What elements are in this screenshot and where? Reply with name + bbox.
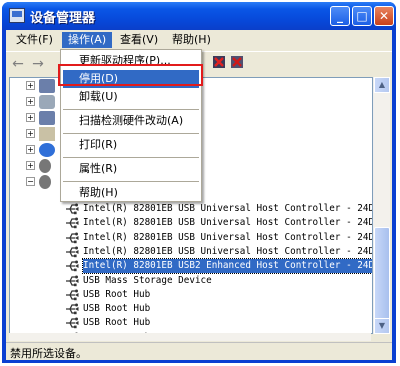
menu-separator [63, 109, 199, 111]
usb-plug-icon [65, 317, 80, 329]
menu-print[interactable]: 打印(R) [63, 136, 199, 154]
window-title: 设备管理器 [30, 11, 96, 26]
device-manager-icon [9, 8, 25, 23]
forward-icon[interactable]: → [30, 56, 46, 72]
usb-category-icon [39, 175, 51, 189]
menu-uninstall[interactable]: 卸载(U) [63, 88, 199, 106]
usb-device-label: Intel(R) 82801EB USB Universal Host Cont… [83, 245, 373, 257]
menu-separator [63, 133, 199, 135]
menu-separator [63, 181, 199, 183]
menu-file[interactable]: 文件(F) [10, 32, 59, 48]
status-bar: 禁用所选设备。 [6, 342, 392, 361]
usb-device-label: USB Root Hub [83, 317, 151, 329]
usb-device-label: USB Root Hub [83, 288, 151, 300]
usb-device-label: USB Mass Storage Device [83, 274, 212, 286]
category-icon [39, 159, 51, 173]
usb-plug-icon [65, 260, 80, 272]
collapse-icon[interactable]: − [26, 177, 35, 186]
expand-icon[interactable]: + [26, 161, 35, 170]
usb-plug-icon [65, 203, 80, 215]
minimize-button[interactable]: _ [330, 6, 350, 26]
usb-device-label: USB Root Hub [83, 303, 151, 315]
scroll-up-button[interactable]: ▲ [374, 77, 390, 93]
status-text: 禁用所选设备。 [10, 347, 87, 360]
usb-plug-icon [65, 232, 80, 244]
menu-properties[interactable]: 属性(R) [63, 160, 199, 178]
usb-device-label: Intel(R) 82801EB USB Universal Host Cont… [83, 203, 373, 214]
usb-plug-icon [65, 246, 80, 258]
usb-plug-icon [65, 289, 80, 301]
back-icon[interactable]: ← [10, 56, 26, 72]
usb-plug-icon [65, 217, 80, 229]
usb-plug-icon [65, 275, 80, 287]
usb-device-label: Intel(R) 82801EB USB2 Enhanced Host Cont… [82, 258, 372, 275]
highlight-annotation [58, 64, 203, 86]
expand-icon[interactable]: + [26, 81, 35, 90]
maximize-button[interactable]: □ [352, 6, 372, 26]
menu-view[interactable]: 查看(V) [114, 32, 164, 48]
menu-scan-hardware[interactable]: 扫描检测硬件改动(A) [63, 112, 199, 130]
category-icon [39, 79, 55, 93]
menu-help-item[interactable]: 帮助(H) [63, 184, 199, 202]
category-icon [39, 111, 55, 125]
menu-bar: 文件(F) 操作(A) 查看(V) 帮助(H) [6, 30, 392, 50]
expand-icon[interactable]: + [26, 145, 35, 154]
vertical-scrollbar[interactable]: ▲ ▼ [373, 77, 390, 334]
close-button[interactable]: ✕ [374, 6, 394, 26]
title-bar[interactable]: 设备管理器 _ □ ✕ [2, 2, 396, 30]
uninstall-device-icon[interactable] [230, 55, 244, 69]
usb-device-label: Intel(R) 82801EB USB Universal Host Cont… [83, 217, 373, 229]
usb-device-label: Intel(R) 82801EB USB Universal Host Cont… [83, 231, 373, 243]
menu-separator [63, 157, 199, 159]
category-icon [39, 143, 55, 157]
category-icon [39, 95, 55, 109]
usb-plug-icon [65, 303, 80, 315]
expand-icon[interactable]: + [26, 129, 35, 138]
expand-icon[interactable]: + [26, 113, 35, 122]
category-icon [39, 127, 55, 141]
scroll-thumb[interactable] [374, 227, 390, 322]
expand-icon[interactable]: + [26, 97, 35, 106]
scroll-down-button[interactable]: ▼ [374, 318, 390, 334]
menu-action[interactable]: 操作(A) [62, 32, 113, 48]
horizontal-scrollbar[interactable] [9, 333, 371, 341]
menu-help[interactable]: 帮助(H) [166, 32, 217, 48]
disable-device-icon[interactable] [212, 55, 226, 69]
